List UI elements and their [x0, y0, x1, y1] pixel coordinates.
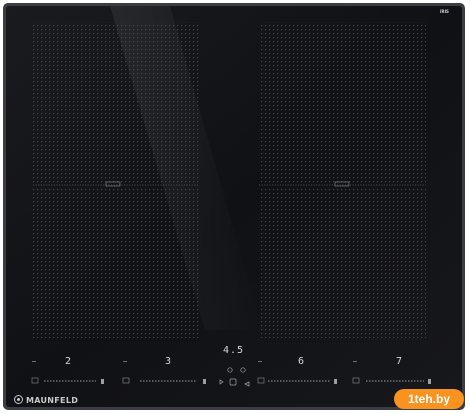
- boost-key-zone-3[interactable]: [334, 379, 337, 384]
- power-level-zone-3: 6: [298, 356, 305, 367]
- cooking-zone-rear-right[interactable]: [259, 22, 426, 338]
- brand-top-mark: IRIS: [440, 9, 449, 14]
- timer-display: 4.5: [223, 345, 245, 356]
- brand-logo-icon: [14, 395, 23, 404]
- brand-name: MAUNFELD: [26, 396, 79, 405]
- cooking-zone-front-left[interactable]: [33, 22, 199, 338]
- power-level-zone-1: 2: [65, 356, 72, 367]
- boost-key-zone-4[interactable]: [428, 379, 431, 384]
- boost-key-zone-2[interactable]: [203, 379, 206, 384]
- power-level-zone-2: 3: [165, 356, 172, 367]
- power-level-zone-4: 7: [396, 356, 403, 367]
- watermark-badge: 1teh.by: [394, 389, 464, 409]
- boost-key-zone-1[interactable]: [101, 379, 104, 384]
